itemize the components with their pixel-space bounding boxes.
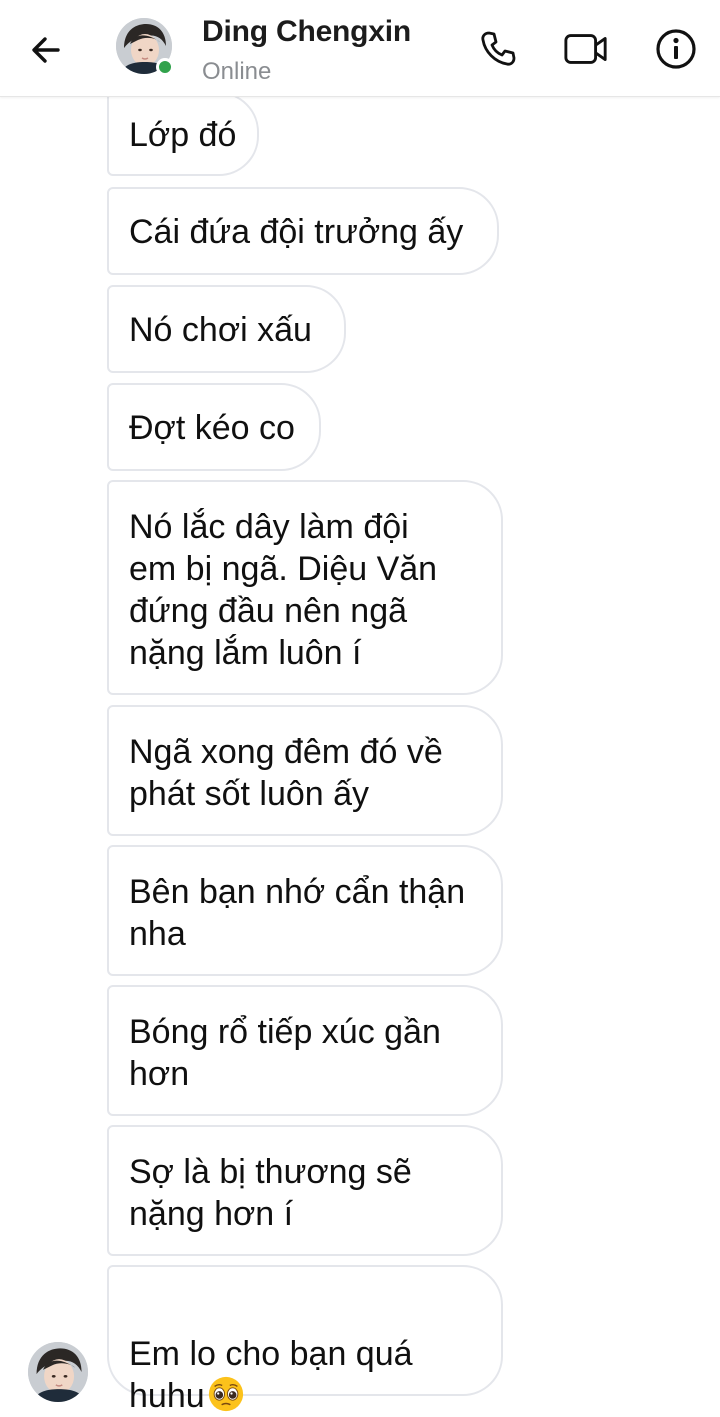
video-call-button[interactable] [563,26,609,72]
back-button[interactable] [24,28,68,72]
info-button[interactable] [653,26,699,72]
avatar-image [28,1342,88,1402]
message-bubble[interactable]: Đợt kéo co [107,383,321,471]
arrow-left-icon [32,37,60,63]
sender-avatar[interactable] [28,1342,88,1402]
message-bubble[interactable]: Cái đứa đội trưởng ấy [107,187,499,275]
message-bubble[interactable]: Sợ là bị thương sẽ nặng hơn í [107,1125,503,1256]
message-bubble[interactable]: Nó lắc dây làm đội em bị ngã. Diệu Văn đ… [107,480,503,695]
info-icon [656,29,696,69]
message-text: Em lo cho bạn quá huhu [129,1335,413,1415]
chat-header: Ding Chengxin Online [0,0,720,97]
contact-avatar[interactable] [116,18,174,76]
voice-call-button[interactable] [475,26,521,72]
contact-name[interactable]: Ding Chengxin [202,15,411,49]
message-bubble[interactable]: Bóng rổ tiếp xúc gần hơn [107,985,503,1116]
video-camera-icon [564,34,607,64]
message-bubble[interactable]: Nó chơi xấu [107,285,346,373]
message-list[interactable]: Lớp đó Cái đứa đội trưởng ấy Nó chơi xấu… [0,92,720,1415]
message-bubble[interactable]: Bên bạn nhớ cẩn thận nha [107,845,503,976]
contact-status: Online [202,58,272,85]
message-bubble[interactable]: Lớp đó [107,92,259,176]
pleading-face-emoji [208,1376,243,1412]
phone-icon [481,31,516,66]
message-bubble[interactable]: Ngã xong đêm đó về phát sốt luôn ấy [107,705,503,836]
online-status-dot [156,58,174,76]
message-bubble-last[interactable]: Em lo cho bạn quá huhu [107,1265,503,1415]
